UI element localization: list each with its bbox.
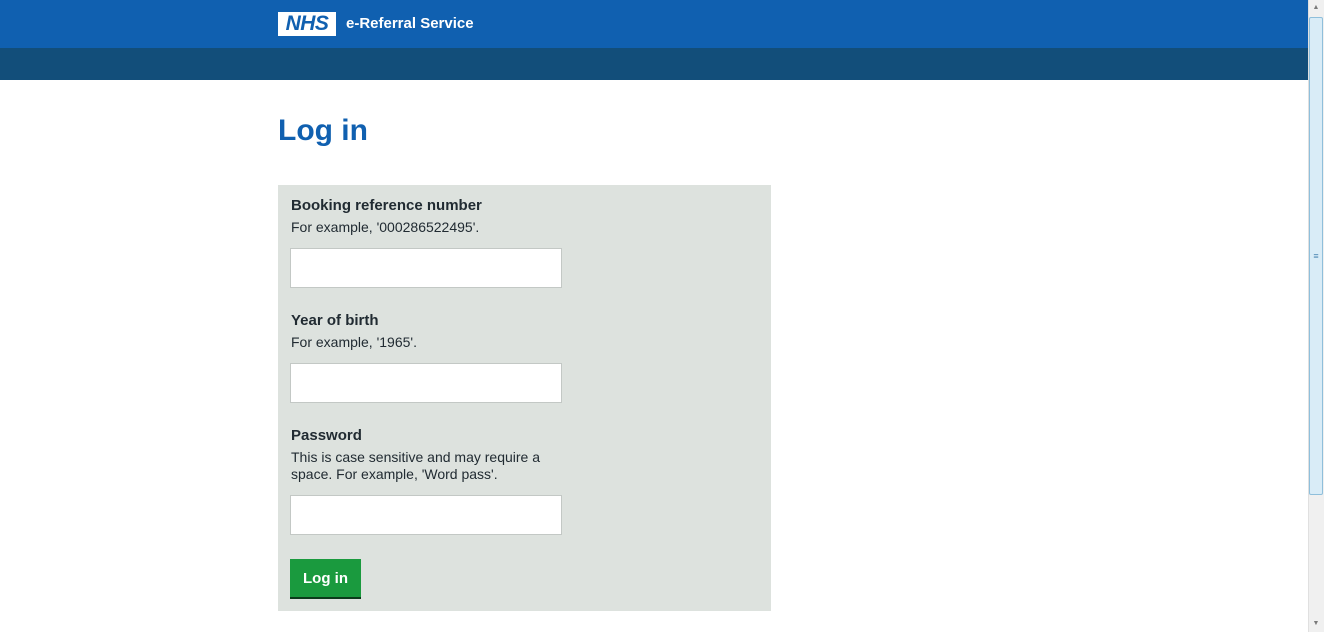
- booking-reference-label: Booking reference number: [291, 197, 482, 214]
- booking-reference-input[interactable]: [290, 248, 562, 288]
- site-header: NHS e-Referral Service: [0, 0, 1308, 48]
- password-input[interactable]: [290, 495, 562, 535]
- password-hint: This is case sensitive and may require a…: [291, 449, 540, 482]
- navigation-bar: [0, 48, 1308, 80]
- year-of-birth-hint: For example, '1965'.: [291, 334, 417, 350]
- grip-icon: ≡: [1313, 251, 1319, 261]
- arrow-down-icon[interactable]: ▼: [1308, 616, 1324, 632]
- booking-reference-hint: For example, '000286522495'.: [291, 219, 480, 235]
- year-of-birth-input[interactable]: [290, 363, 562, 403]
- nhs-logo-text: NHS: [285, 12, 329, 35]
- year-of-birth-label: Year of birth: [291, 312, 379, 329]
- nhs-logo[interactable]: NHS: [278, 12, 336, 36]
- log-in-button[interactable]: Log in: [290, 559, 361, 599]
- arrow-up-icon[interactable]: ▲: [1308, 0, 1324, 16]
- service-name[interactable]: e-Referral Service: [346, 15, 474, 33]
- password-label: Password: [291, 427, 362, 444]
- page-title: Log in: [278, 114, 368, 147]
